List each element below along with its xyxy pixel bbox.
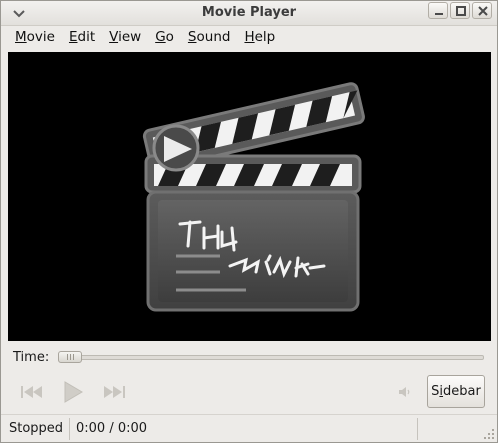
maximize-icon	[456, 6, 466, 16]
menu-edit-mnemonic: E	[68, 29, 78, 45]
window-title: Movie Player	[201, 5, 297, 20]
close-button[interactable]	[472, 2, 492, 19]
sidebar-button[interactable]: Sidebar	[427, 375, 485, 408]
video-area[interactable]	[8, 52, 491, 341]
clapperboard-icon	[142, 82, 365, 312]
menu-view[interactable]: View	[102, 27, 148, 49]
menu-edit[interactable]: Edit	[62, 27, 102, 49]
title-bar[interactable]: Movie Player	[1, 1, 497, 26]
minimize-button[interactable]	[428, 2, 448, 19]
status-divider	[69, 418, 70, 440]
menu-view-mnemonic: V	[109, 29, 119, 45]
status-divider	[417, 418, 418, 440]
playback-controls: Sidebar	[1, 373, 497, 411]
time-label: Time:	[13, 350, 50, 365]
play-icon[interactable]	[61, 379, 85, 405]
menu-help-mnemonic: H	[244, 29, 255, 45]
menubar: Movie Edit View Go Sound Help	[1, 27, 497, 49]
menu-go[interactable]: Go	[148, 27, 181, 49]
maximize-button[interactable]	[450, 2, 470, 19]
skip-forward-icon[interactable]	[101, 383, 127, 401]
menu-sound-mnemonic: S	[187, 29, 197, 45]
window-controls	[428, 2, 492, 19]
menu-go-label: o	[165, 29, 174, 45]
menu-movie-label: ovie	[26, 29, 55, 45]
status-state: Stopped	[9, 421, 64, 436]
menu-sound[interactable]: Sound	[181, 27, 238, 49]
menu-sound-label: ound	[196, 29, 231, 45]
close-icon	[478, 6, 488, 16]
statusbar: Stopped 0:00 / 0:00	[1, 414, 497, 442]
menu-edit-label: dit	[77, 29, 96, 45]
speaker-icon[interactable]	[397, 385, 411, 399]
movie-player-window: Movie Player Movie Edit View Go Sound He…	[0, 0, 498, 443]
menu-movie[interactable]: Movie	[8, 27, 62, 49]
resize-grip-icon[interactable]	[483, 428, 495, 440]
menu-movie-mnemonic: M	[15, 29, 27, 45]
seek-slider[interactable]	[59, 355, 484, 360]
seek-row: Time:	[1, 346, 497, 370]
menu-view-label: iew	[118, 29, 142, 45]
menu-go-mnemonic: G	[155, 29, 166, 45]
minimize-icon	[435, 13, 443, 15]
sidebar-label-end: debar	[443, 384, 481, 399]
skip-back-icon[interactable]	[19, 383, 45, 401]
status-time: 0:00 / 0:00	[76, 421, 148, 436]
seek-slider-handle[interactable]	[58, 351, 82, 363]
menu-help[interactable]: Help	[237, 27, 282, 49]
menu-help-label: elp	[254, 29, 276, 45]
